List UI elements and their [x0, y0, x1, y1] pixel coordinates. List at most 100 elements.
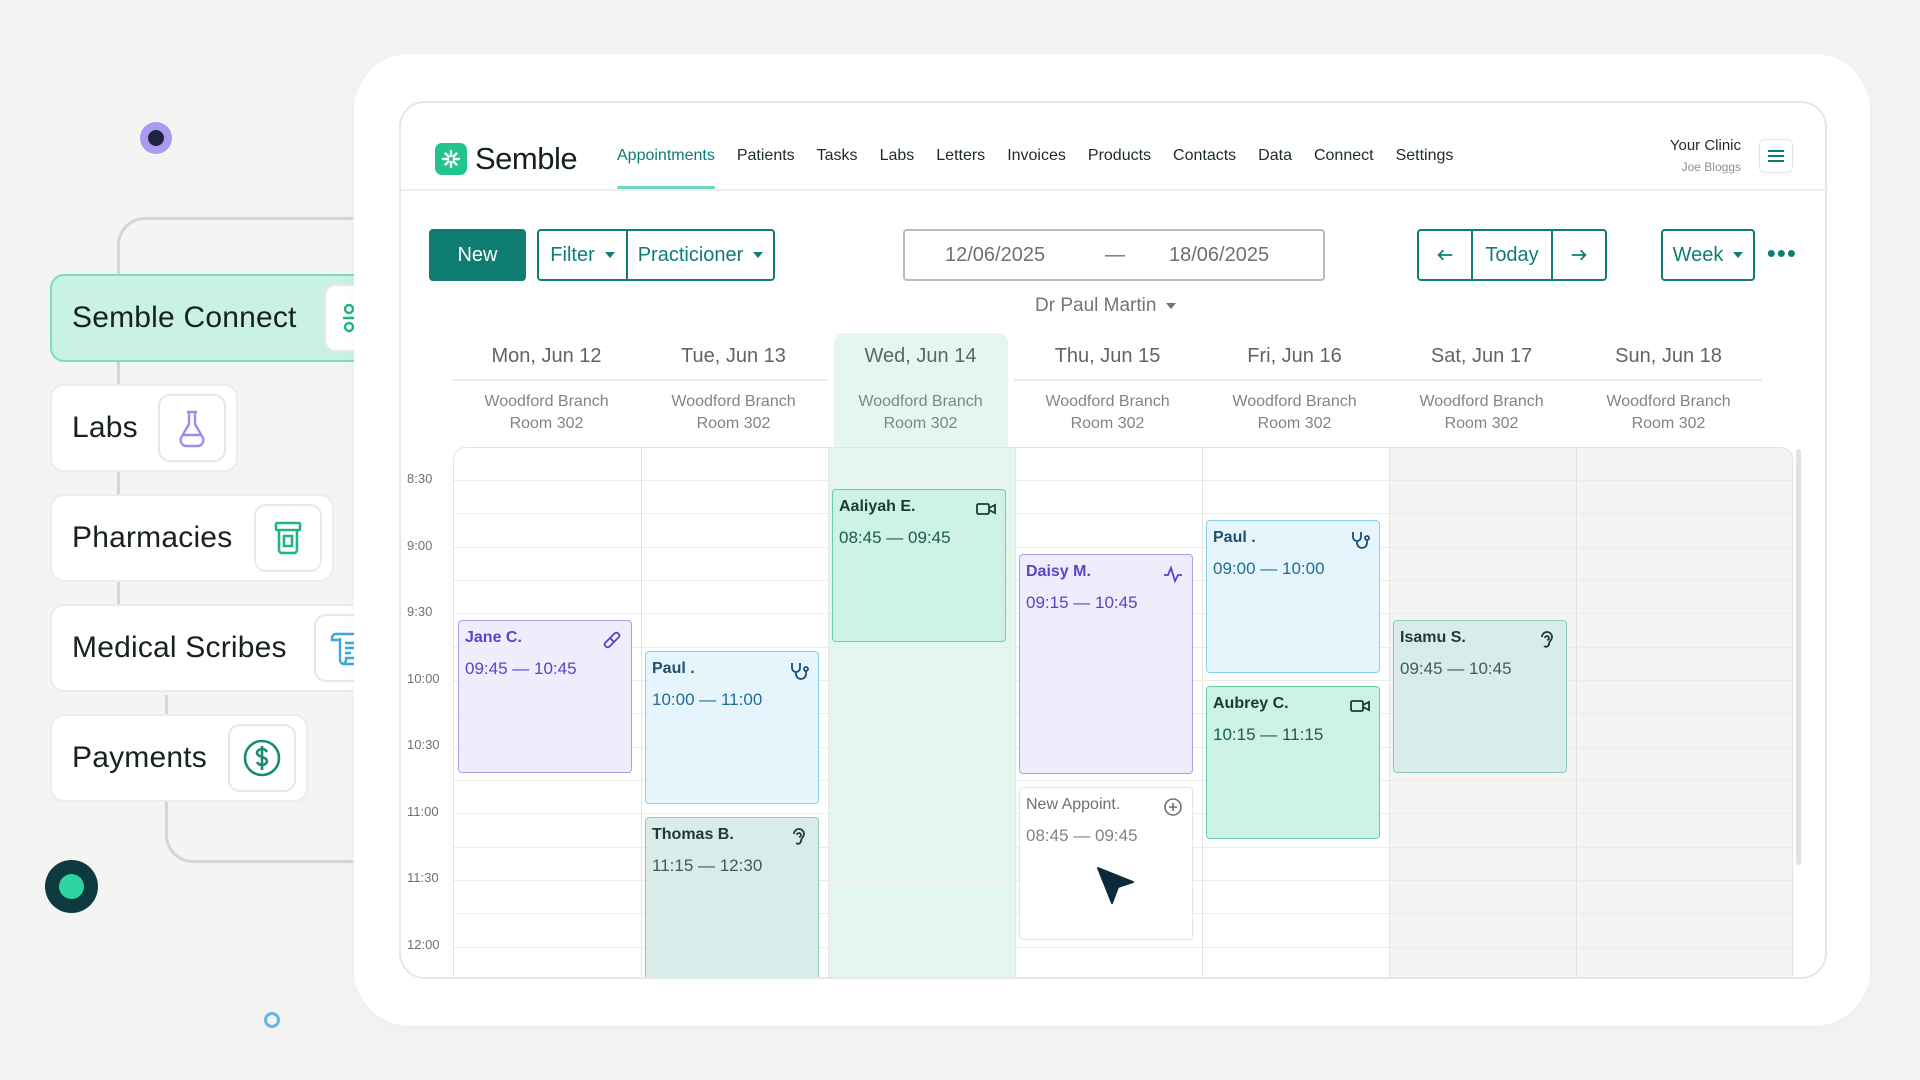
day-location: Woodford Branch Room 302	[640, 381, 827, 435]
date-from: 12/06/2025	[945, 243, 1046, 266]
caret-down-icon	[753, 252, 764, 258]
day-room: Room 302	[509, 415, 584, 432]
grid-line	[1576, 448, 1577, 977]
appointment-card[interactable]: Jane C. 09:45 — 10:45	[458, 620, 632, 773]
appointment-card[interactable]: Daisy M. 09:15 — 10:45	[1019, 554, 1193, 774]
day-room: Room 302	[696, 415, 771, 432]
nav-links: Appointments Patients Tasks Labs Letters…	[606, 147, 1464, 189]
grid-line	[1389, 448, 1390, 977]
day-branch: Woodford Branch	[671, 393, 796, 410]
day-column-header: Sat, Jun 17 Woodford Branch Room 302	[1388, 333, 1575, 435]
appointment-card[interactable]: Isamu S. 09:45 — 10:45	[1393, 620, 1567, 773]
day-branch: Woodford Branch	[1606, 393, 1731, 410]
more-options-button[interactable]: •••	[1767, 240, 1797, 266]
time-label: 8:30	[407, 471, 433, 486]
nav-letters[interactable]: Letters	[925, 147, 996, 189]
nav-connect[interactable]: Connect	[1303, 147, 1385, 189]
day-room: Room 302	[883, 415, 958, 432]
nav-invoices[interactable]: Invoices	[996, 147, 1077, 189]
filter-dropdown[interactable]: Filter	[539, 231, 628, 279]
day-branch: Woodford Branch	[1045, 393, 1170, 410]
decorative-dot-teal	[45, 860, 98, 913]
grid-line	[454, 480, 1792, 481]
grid-line	[828, 448, 829, 977]
ear-icon	[1541, 631, 1553, 648]
day-location: Woodford Branch Room 302	[453, 381, 640, 435]
date-range-input[interactable]: 12/06/2025 — 18/06/2025	[903, 229, 1325, 281]
appointment-card[interactable]: Paul . 10:00 — 11:00	[645, 651, 819, 804]
caret-down-icon	[604, 252, 615, 258]
day-room: Room 302	[1070, 415, 1145, 432]
nav-appointments[interactable]: Appointments	[606, 147, 726, 189]
day-location: Woodford Branch Room 302	[1201, 381, 1388, 435]
appointment-card[interactable]: Aubrey C. 10:15 — 11:15	[1206, 686, 1380, 839]
arrow-left-icon	[1437, 249, 1453, 261]
practitioner-selector[interactable]: Dr Paul Martin	[1035, 295, 1177, 317]
nav-tasks[interactable]: Tasks	[806, 147, 869, 189]
today-label: Today	[1485, 243, 1539, 266]
day-label: Thu, Jun 15	[1014, 333, 1201, 381]
clinic-name: Your Clinic	[1669, 137, 1741, 154]
feature-label: Labs	[72, 411, 138, 444]
time-label: 12:00	[407, 937, 440, 952]
nav-labs[interactable]: Labs	[869, 147, 926, 189]
day-column-header: Fri, Jun 16 Woodford Branch Room 302	[1201, 333, 1388, 435]
day-label: Wed, Jun 14	[864, 344, 977, 367]
nav-data[interactable]: Data	[1247, 147, 1303, 189]
nav-patients[interactable]: Patients	[726, 147, 806, 189]
appointment-card[interactable]: Aaliyah E. 08:45 — 09:45	[832, 489, 1006, 642]
hamburger-menu-button[interactable]	[1759, 139, 1793, 173]
plus-circle-icon	[1164, 798, 1182, 816]
caret-down-icon	[1166, 303, 1177, 309]
new-appointment-card[interactable]: New Appoint. 08:45 — 09:45	[1019, 787, 1193, 940]
day-column-header: Sun, Jun 18 Woodford Branch Room 302	[1575, 333, 1762, 435]
today-button[interactable]: Today	[1473, 231, 1553, 279]
day-label: Mon, Jun 12	[453, 333, 640, 381]
arrow-right-icon	[1571, 249, 1587, 261]
nav-settings[interactable]: Settings	[1385, 147, 1465, 189]
feature-labs[interactable]: Labs	[50, 384, 238, 472]
feature-semble-connect[interactable]: Semble Connect	[50, 274, 404, 362]
grid-line	[1015, 448, 1016, 977]
appointment-time: 09:00 — 10:00	[1213, 559, 1325, 578]
nav-products[interactable]: Products	[1077, 147, 1162, 189]
day-column-header: Wed, Jun 14 Woodford Branch Room 302	[827, 333, 1014, 435]
day-label: Sat, Jun 17	[1388, 333, 1575, 381]
nav-contacts[interactable]: Contacts	[1162, 147, 1247, 189]
feature-label: Semble Connect	[72, 301, 297, 334]
grid-line	[1202, 448, 1203, 977]
stethoscope-icon	[1352, 532, 1370, 549]
time-label: 10:00	[407, 671, 440, 686]
feature-payments[interactable]: Payments	[50, 714, 308, 802]
next-week-button[interactable]	[1553, 231, 1605, 279]
feature-medical-scribes[interactable]: Medical Scribes	[50, 604, 394, 692]
feature-label: Medical Scribes	[72, 631, 287, 664]
feature-pharmacies[interactable]: Pharmacies	[50, 494, 334, 582]
appointment-card[interactable]: Thomas B. 11:15 — 12:30	[645, 817, 819, 977]
date-navigation: Today	[1417, 229, 1607, 281]
day-label: Tue, Jun 13	[640, 333, 827, 381]
app-window: Semble Appointments Patients Tasks Labs …	[399, 101, 1827, 979]
dollar-coin-icon	[228, 724, 296, 792]
appointment-time: 08:45 — 09:45	[1026, 826, 1138, 845]
semble-logo[interactable]: Semble	[435, 141, 578, 177]
day-room: Room 302	[1444, 415, 1519, 432]
calendar-scrollbar[interactable]	[1796, 449, 1801, 865]
appointment-time: 10:15 — 11:15	[1213, 725, 1324, 744]
date-to: 18/06/2025	[1169, 243, 1270, 266]
feature-label: Pharmacies	[72, 521, 233, 554]
day-location: Woodford Branch Room 302	[1014, 381, 1201, 435]
day-room: Room 302	[1631, 415, 1706, 432]
new-button[interactable]: New	[429, 229, 526, 281]
appointment-card[interactable]: Paul . 09:00 — 10:00	[1206, 520, 1380, 673]
connector-line	[117, 217, 353, 277]
clinic-user: Joe Bloggs	[1681, 160, 1741, 174]
pill-bottle-icon	[254, 504, 322, 572]
practitioner-dropdown[interactable]: Practicioner	[628, 231, 773, 279]
day-location: Woodford Branch Room 302	[827, 381, 1014, 435]
prev-week-button[interactable]	[1419, 231, 1473, 279]
clinic-info[interactable]: Your Clinic Joe Bloggs	[1670, 137, 1741, 174]
day-label: Fri, Jun 16	[1201, 333, 1388, 381]
view-dropdown[interactable]: Week	[1663, 231, 1753, 279]
filter-group: Filter Practicioner	[537, 229, 775, 281]
